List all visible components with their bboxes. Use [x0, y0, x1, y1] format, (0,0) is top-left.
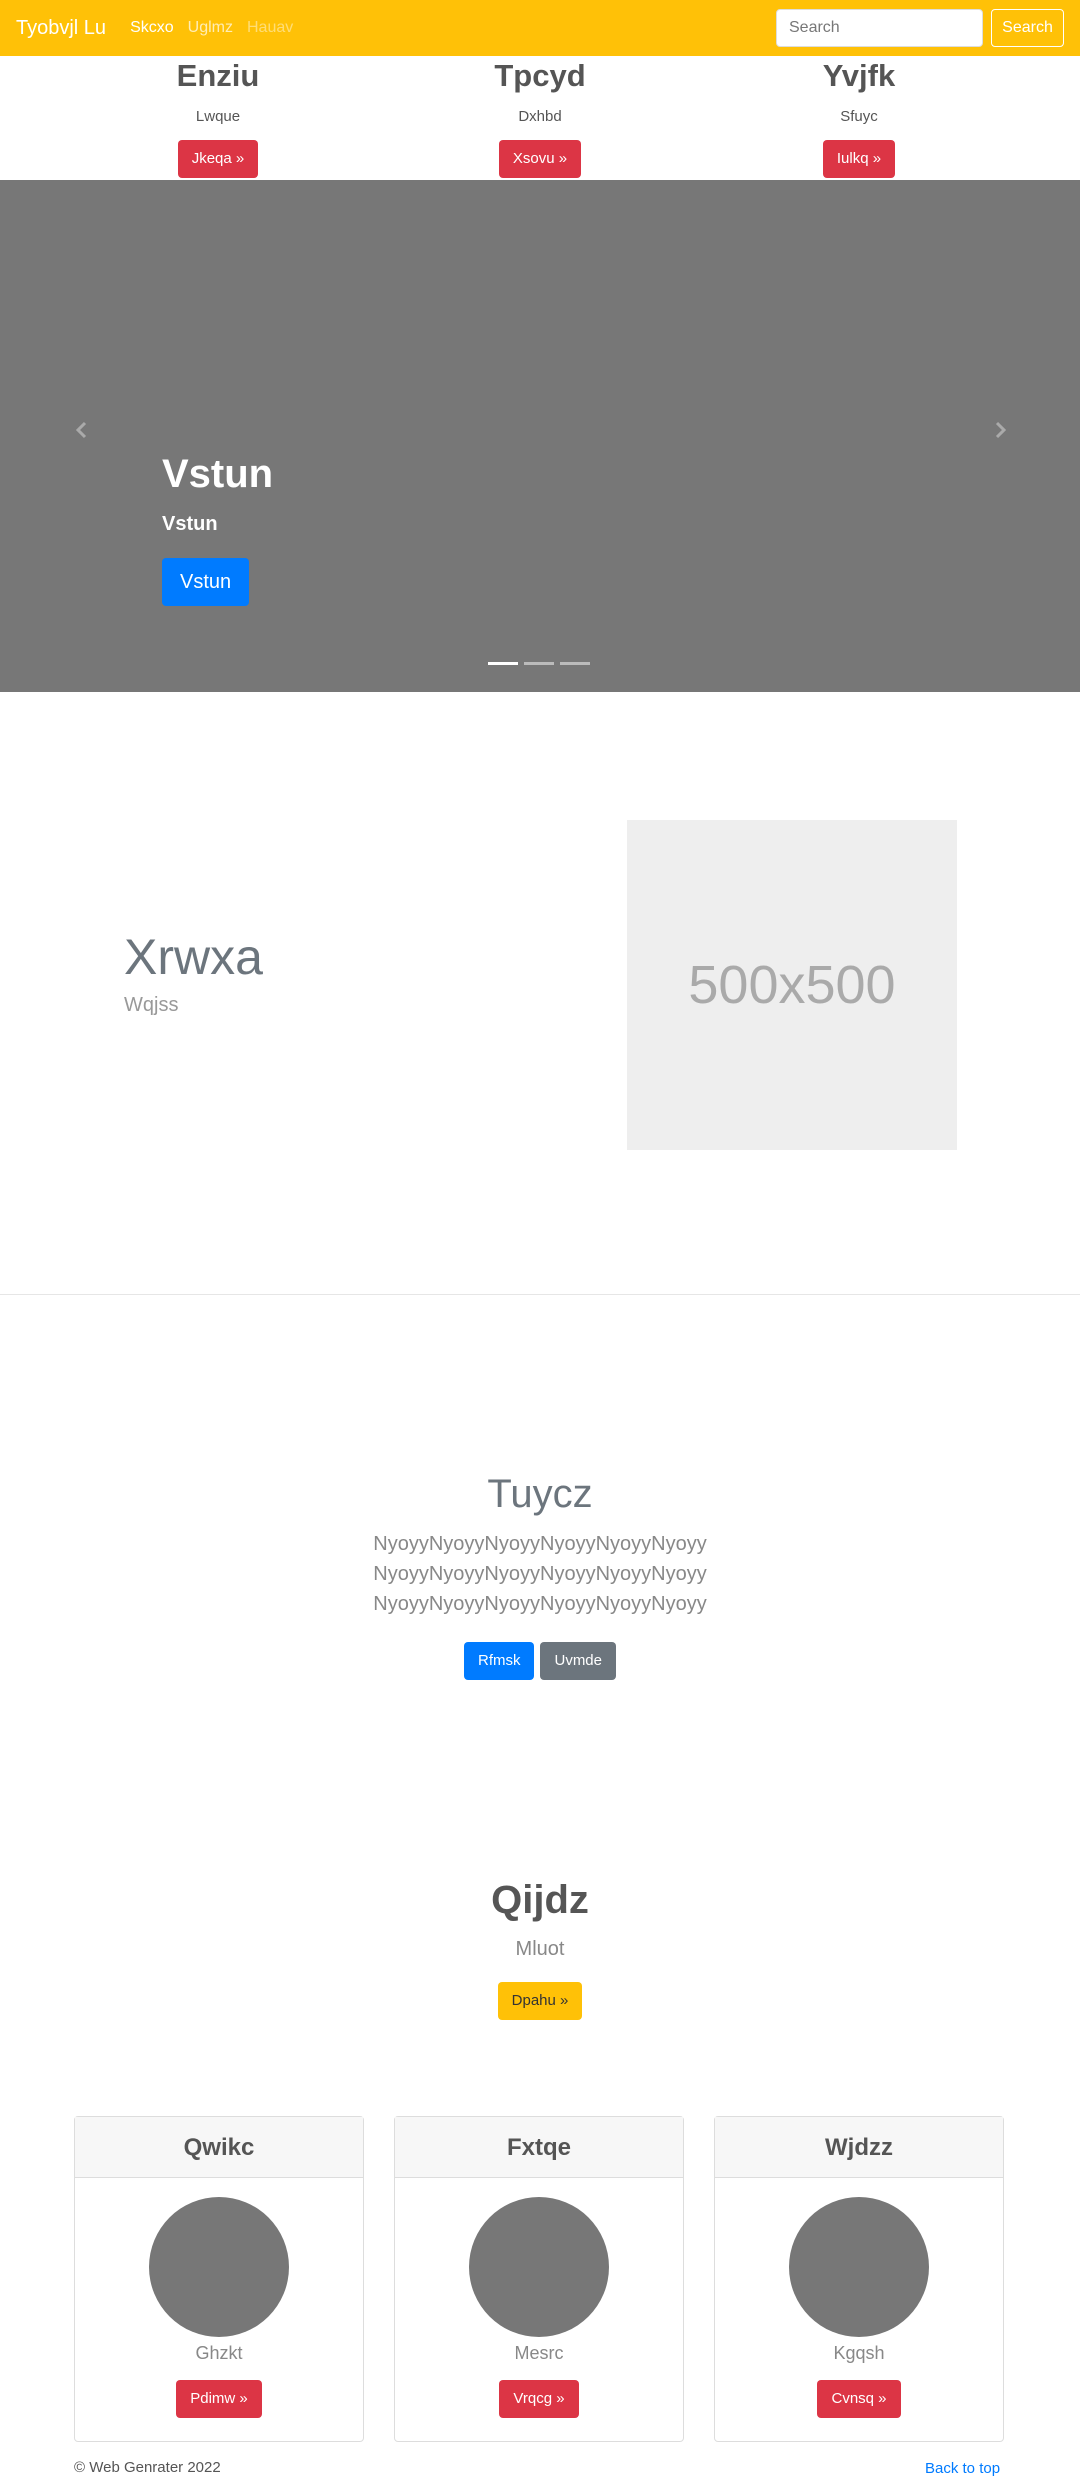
feature-column: Enziu Lwque Jkeqa » — [118, 56, 318, 178]
secondary-button[interactable]: Uvmde — [540, 1642, 616, 1680]
feature-button[interactable]: Xsovu » — [498, 140, 582, 178]
placeholder-image: 500x500 — [627, 820, 957, 1150]
feature-column: Tpcyd Dxhbd Xsovu » — [440, 56, 640, 178]
placeholder-image-label: 500x500 — [688, 955, 896, 1015]
feature-text: Lwque — [195, 108, 241, 125]
feature-button[interactable]: Jkeqa » — [177, 140, 259, 178]
search-input[interactable] — [776, 9, 983, 47]
card-header: Fxtqe — [395, 2117, 683, 2178]
card: Fxtqe Mesrc Vrqcg » — [394, 2116, 684, 2442]
card: Wjdzz Kgqsh Cvnsq » — [714, 2116, 1004, 2442]
carousel: Vstun Vstun Vstun — [0, 180, 1080, 692]
avatar — [789, 2197, 929, 2337]
card-label: Kgqsh — [833, 2343, 885, 2363]
featurette-heading: Xrwxa — [124, 929, 263, 985]
feature-button[interactable]: Iulkq » — [822, 140, 896, 178]
navbar-brand[interactable]: Tyobvjl Lu — [16, 17, 106, 40]
card-header: Wjdzz — [715, 2117, 1003, 2178]
feature-title: Enziu — [176, 58, 260, 93]
pricing-button[interactable]: Dpahu » — [497, 1982, 583, 2020]
carousel-indicator[interactable] — [488, 662, 518, 665]
feature-column: Yvjfk Sfuyc Iulkq » — [759, 56, 959, 178]
jumbotron-text: NyoyyNyoyyNyoyyNyoyyNyoyyNyoyy NyoyyNyoy… — [0, 1529, 1080, 1619]
search-button[interactable]: Search — [991, 9, 1064, 47]
chevron-left-icon[interactable] — [72, 420, 92, 440]
card-label: Ghzkt — [195, 2343, 243, 2363]
nav-link-uglmz[interactable]: Uglmz — [188, 19, 233, 37]
card-button[interactable]: Vrqcg » — [499, 2380, 579, 2418]
navbar: Tyobvjl Lu Skcxo Uglmz Hauav Search — [0, 0, 1080, 56]
card-header: Qwikc — [75, 2117, 363, 2178]
carousel-caption: Vstun Vstun Vstun — [162, 452, 273, 606]
card-button[interactable]: Pdimw » — [176, 2380, 262, 2418]
feature-title: Tpcyd — [494, 58, 586, 93]
footer-copyright: © Web Genrater 2022 — [74, 2459, 221, 2476]
nav-link-skcxo[interactable]: Skcxo — [130, 19, 174, 37]
pricing-button-wrap: Dpahu » — [0, 1982, 1080, 2020]
carousel-indicator[interactable] — [524, 662, 554, 665]
card: Qwikc Ghzkt Pdimw » — [74, 2116, 364, 2442]
pricing-subtitle: Mluot — [515, 1938, 565, 1960]
jumbotron-line: NyoyyNyoyyNyoyyNyoyyNyoyyNyoyy — [373, 1533, 707, 1555]
carousel-indicator[interactable] — [560, 662, 590, 665]
carousel-text: Vstun — [162, 513, 218, 535]
primary-button[interactable]: Rfmsk — [463, 1642, 535, 1680]
jumbotron-line: NyoyyNyoyyNyoyyNyoyyNyoyyNyoyy — [373, 1593, 707, 1615]
jumbotron-buttons: Rfmsk Uvmde — [0, 1642, 1080, 1680]
featurette-subheading: Wqjss — [124, 994, 179, 1016]
avatar — [469, 2197, 609, 2337]
jumbotron-title: Tuycz — [487, 1472, 593, 1516]
feature-title: Yvjfk — [822, 58, 896, 93]
carousel-heading: Vstun — [162, 452, 274, 496]
carousel-indicators — [488, 662, 590, 665]
card-button[interactable]: Cvnsq » — [817, 2380, 901, 2418]
jumbotron-line: NyoyyNyoyyNyoyyNyoyyNyoyyNyoyy — [373, 1563, 707, 1585]
card-label: Mesrc — [514, 2343, 564, 2363]
nav-link-hauav[interactable]: Hauav — [247, 19, 293, 37]
carousel-button[interactable]: Vstun — [162, 558, 250, 606]
section-divider — [0, 1294, 1080, 1295]
avatar — [149, 2197, 289, 2337]
back-to-top-link[interactable]: Back to top — [925, 2460, 1000, 2477]
feature-text: Sfuyc — [840, 108, 878, 125]
chevron-right-icon[interactable] — [990, 420, 1010, 440]
feature-text: Dxhbd — [518, 108, 562, 125]
pricing-title: Qijdz — [491, 1878, 589, 1922]
